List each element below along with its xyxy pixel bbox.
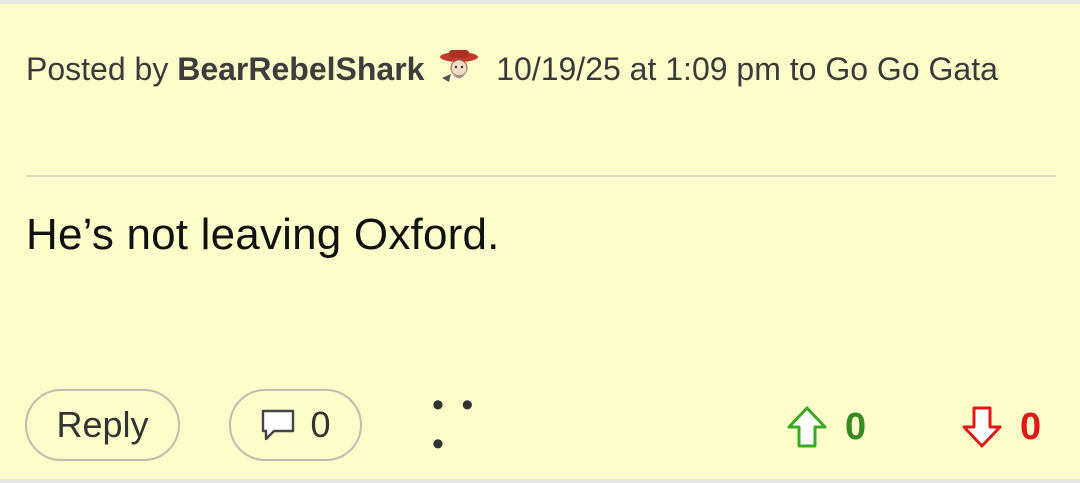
- post-timestamp: 10/19/25 at 1:09 pm: [496, 51, 781, 87]
- recipient-name[interactable]: Go Go Gata: [825, 51, 998, 87]
- more-options-button[interactable]: • • •: [432, 386, 502, 463]
- more-options-icon: • • •: [432, 386, 478, 463]
- post-meta: Posted by BearRebelShark 10/19/25 at 1:0…: [26, 40, 1056, 98]
- arrow-up-icon: [787, 406, 827, 448]
- downvote-count: 0: [1020, 405, 1042, 448]
- comment-bubble-icon: [262, 409, 295, 441]
- forum-post: Posted by BearRebelShark 10/19/25 at 1:0…: [0, 0, 1080, 483]
- comment-count: 0: [310, 404, 331, 445]
- colonel-reb-avatar-icon: [437, 46, 481, 84]
- upvote-count: 0: [845, 405, 867, 448]
- comments-button[interactable]: 0: [229, 389, 362, 461]
- arrow-down-icon: [962, 406, 1002, 448]
- downvote-button[interactable]: 0: [960, 402, 1041, 452]
- reply-button[interactable]: Reply: [25, 389, 180, 461]
- post-body: He’s not leaving Oxford.: [26, 210, 500, 259]
- meta-divider: [26, 175, 1056, 177]
- reply-label: Reply: [56, 404, 149, 445]
- to-label: to: [789, 51, 817, 87]
- upvote-button[interactable]: 0: [785, 402, 866, 452]
- author-name[interactable]: BearRebelShark: [177, 51, 424, 87]
- posted-by-label: Posted by: [26, 51, 169, 87]
